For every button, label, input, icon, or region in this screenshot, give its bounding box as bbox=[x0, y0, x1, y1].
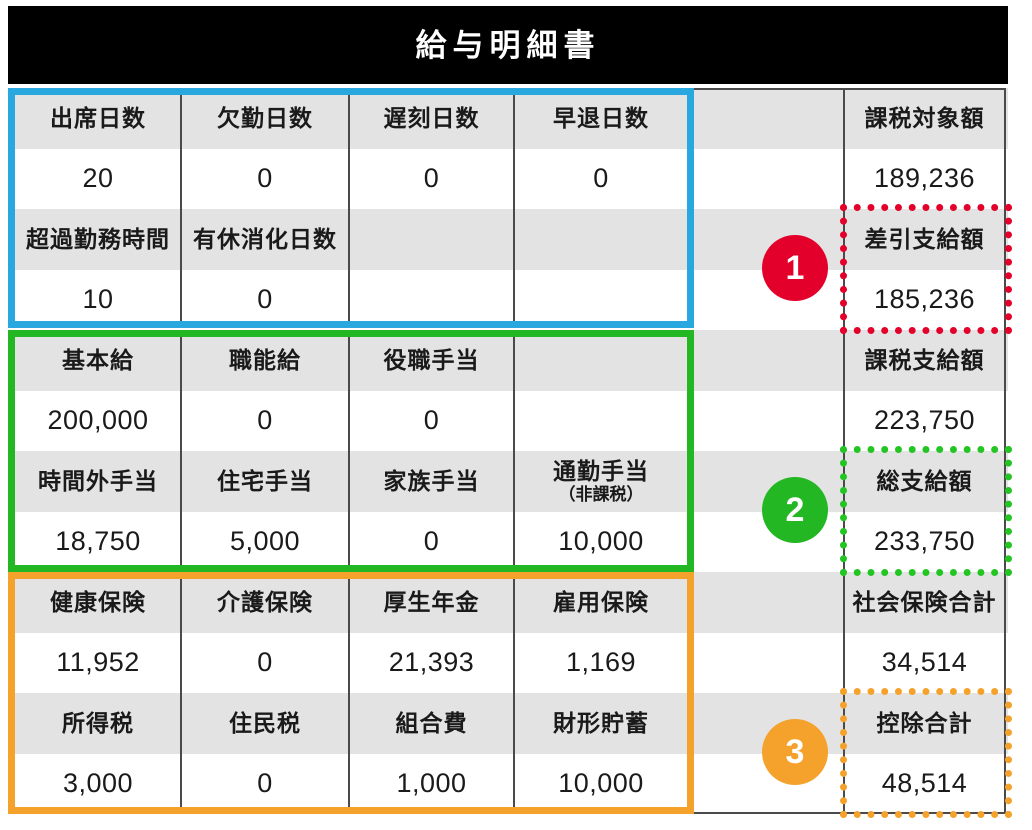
total-value-social-insurance: 34,514 bbox=[881, 647, 968, 678]
cell-label-attendance-0-0: 出席日数 bbox=[50, 105, 146, 132]
cell-label-payments-1-0: 時間外手当 bbox=[38, 468, 158, 495]
cell-value-payments-1-0: 18,750 bbox=[55, 526, 141, 557]
cell-label-attendance-1-0: 超過勤務時間 bbox=[26, 226, 170, 253]
cell-label-deductions-0-1: 介護保険 bbox=[217, 589, 313, 616]
cell-value-attendance-0-1: 0 bbox=[257, 163, 273, 194]
cell-value-payments-0-0: 200,000 bbox=[47, 405, 149, 436]
cell-label-attendance-0-3: 早退日数 bbox=[553, 105, 649, 132]
cell-label-payments-0-2: 役職手当 bbox=[383, 347, 480, 374]
cell-value-payments-1-3: 10,000 bbox=[558, 526, 644, 557]
total-label-taxable-base: 課税対象額 bbox=[864, 105, 985, 132]
total-value-taxable-payment: 223,750 bbox=[873, 405, 976, 436]
cell-label-deductions-1-2: 組合費 bbox=[395, 710, 468, 737]
payslip-document: 給与明細書 出席日数 欠勤日数 遅刻日数 早退日数 20 0 0 0 超過勤務時… bbox=[0, 0, 1032, 830]
cell-value-payments-1-2: 0 bbox=[423, 526, 440, 557]
cell-value-deductions-0-0: 11,952 bbox=[56, 647, 140, 678]
cell-value-attendance-1-1: 0 bbox=[257, 284, 273, 315]
cell-label-deductions-0-0: 健康保険 bbox=[50, 589, 146, 616]
badge-3-number: 3 bbox=[785, 733, 805, 771]
commuting-allowance-sublabel: （非課税） bbox=[558, 484, 644, 504]
total-value-total-deductions: 48,514 bbox=[881, 768, 968, 799]
cell-label-payments-1-1: 住宅手当 bbox=[217, 468, 313, 495]
badge-2: 2 bbox=[762, 477, 828, 543]
cell-label-payments-1-2: 家族手当 bbox=[383, 468, 480, 495]
page-title: 給与明細書 bbox=[415, 27, 601, 63]
total-value-net-pay: 185,236 bbox=[873, 284, 976, 315]
cell-value-deductions-1-0: 3,000 bbox=[62, 768, 134, 799]
cell-value-deductions-1-2: 1,000 bbox=[396, 768, 467, 799]
total-label-taxable-payment: 課税支給額 bbox=[864, 347, 985, 374]
total-label-total-deductions: 控除合計 bbox=[876, 710, 973, 737]
cell-value-deductions-1-3: 10,000 bbox=[558, 768, 644, 799]
total-value-gross-pay: 233,750 bbox=[873, 526, 976, 557]
cell-value-deductions-0-3: 1,169 bbox=[565, 647, 637, 678]
cell-value-deductions-0-2: 21,393 bbox=[388, 647, 475, 678]
total-label-social-insurance: 社会保険合計 bbox=[852, 589, 997, 616]
cell-label-payments-0-1: 職能給 bbox=[229, 347, 301, 374]
cell-value-attendance-0-3: 0 bbox=[593, 163, 609, 194]
cell-value-deductions-0-1: 0 bbox=[257, 647, 273, 678]
totals-column-right-border bbox=[1004, 88, 1006, 814]
cell-value-payments-0-2: 0 bbox=[423, 405, 440, 436]
badge-2-number: 2 bbox=[785, 491, 805, 529]
cell-label-deductions-0-2: 厚生年金 bbox=[383, 589, 480, 616]
cell-value-payments-0-1: 0 bbox=[257, 405, 273, 436]
cell-label-attendance-0-2: 遅刻日数 bbox=[383, 105, 480, 132]
badge-1-number: 1 bbox=[785, 249, 805, 287]
cell-label-deductions-0-3: 雇用保険 bbox=[553, 589, 649, 616]
cell-label-payments-1-3: 通勤手当 （非課税） bbox=[515, 451, 687, 512]
cell-value-attendance-0-2: 0 bbox=[423, 163, 440, 194]
cell-label-payments-0-0: 基本給 bbox=[62, 347, 134, 374]
cell-value-deductions-1-1: 0 bbox=[257, 768, 273, 799]
payslip-table: 出席日数 欠勤日数 遅刻日数 早退日数 20 0 0 0 超過勤務時間 有休消化… bbox=[8, 88, 1012, 818]
cell-label-deductions-1-0: 所得税 bbox=[62, 710, 134, 737]
total-value-taxable-base: 189,236 bbox=[873, 163, 976, 194]
cell-value-attendance-1-0: 10 bbox=[82, 284, 114, 315]
cell-value-payments-1-1: 5,000 bbox=[229, 526, 301, 557]
cell-label-attendance-0-1: 欠勤日数 bbox=[217, 105, 313, 132]
total-label-net-pay: 差引支給額 bbox=[864, 226, 985, 253]
badge-3: 3 bbox=[762, 719, 828, 785]
cell-label-deductions-1-3: 財形貯蓄 bbox=[553, 710, 649, 737]
total-label-gross-pay: 総支給額 bbox=[876, 468, 973, 495]
commuting-allowance-label: 通勤手当 bbox=[553, 458, 649, 485]
cell-label-deductions-1-1: 住民税 bbox=[229, 710, 301, 737]
cell-value-attendance-0-0: 20 bbox=[82, 163, 114, 194]
cell-label-attendance-1-1: 有休消化日数 bbox=[193, 226, 337, 253]
document-title-bar: 給与明細書 bbox=[8, 6, 1008, 84]
badge-1: 1 bbox=[762, 235, 828, 301]
